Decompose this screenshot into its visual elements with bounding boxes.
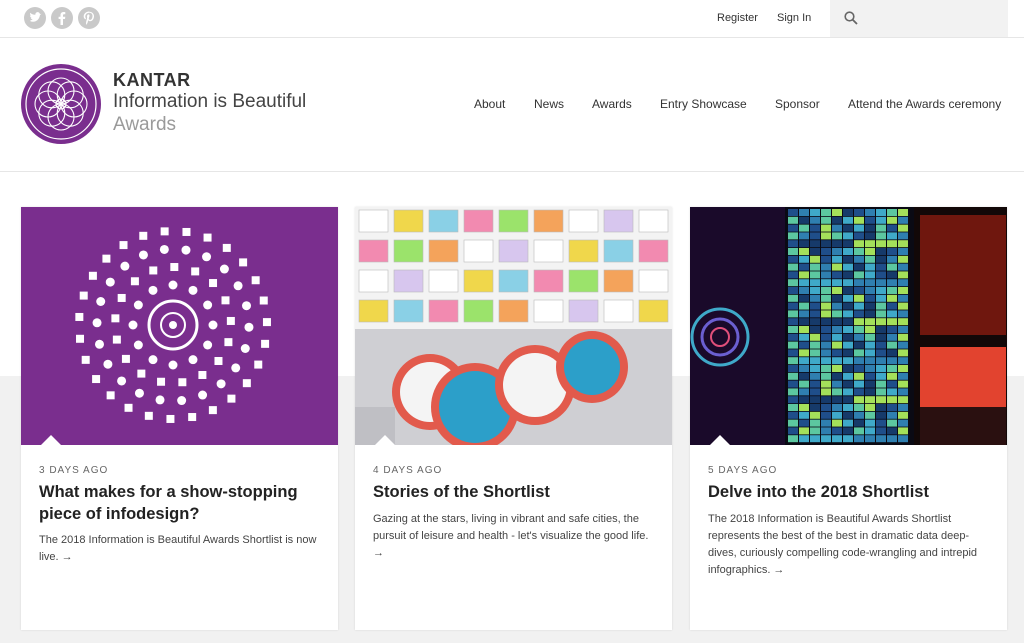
post-date: 5 DAYS AGO <box>708 465 778 476</box>
brand-title: Information is Beautiful <box>113 91 307 112</box>
nav-awards[interactable]: Awards <box>592 97 632 111</box>
kantar-label: KANTAR <box>113 70 191 90</box>
card-notch <box>375 435 395 445</box>
brand-wordmark[interactable]: KANTAR Information is Beautiful Awards <box>113 70 306 136</box>
social-links <box>24 7 100 29</box>
post-card[interactable]: 4 DAYS AGO Stories of the Shortlist Gazi… <box>355 207 672 630</box>
nav-about[interactable]: About <box>474 97 505 111</box>
card-notch <box>710 435 730 445</box>
post-title[interactable]: What makes for a show-stopping piece of … <box>39 481 324 525</box>
register-link[interactable]: Register <box>717 12 758 24</box>
nav-entry-showcase[interactable]: Entry Showcase <box>660 97 747 111</box>
nav-news[interactable]: News <box>534 97 564 111</box>
post-date: 3 DAYS AGO <box>39 465 109 476</box>
post-card[interactable]: 5 DAYS AGO Delve into the 2018 Shortlist… <box>690 207 1007 630</box>
top-bar: Register Sign In <box>0 0 1024 38</box>
post-card[interactable]: 3 DAYS AGO What makes for a show-stoppin… <box>21 207 338 630</box>
search-icon <box>844 11 858 25</box>
nav-attend-ceremony[interactable]: Attend the Awards ceremony <box>848 97 1001 111</box>
card-notch <box>41 435 61 445</box>
brand-subtitle: Awards <box>113 114 177 135</box>
nav-sponsor[interactable]: Sponsor <box>775 97 820 111</box>
post-image[interactable] <box>690 207 1007 445</box>
pinterest-icon[interactable] <box>78 7 100 29</box>
facebook-icon[interactable] <box>51 7 73 29</box>
post-title[interactable]: Delve into the 2018 Shortlist <box>708 481 993 503</box>
post-excerpt: The 2018 Information is Beautiful Awards… <box>708 513 978 576</box>
post-date: 4 DAYS AGO <box>373 465 443 476</box>
search-box[interactable] <box>830 0 1008 37</box>
post-excerpt: The 2018 Information is Beautiful Awards… <box>39 534 317 563</box>
post-title[interactable]: Stories of the Shortlist <box>373 481 658 503</box>
site-header: KANTAR Information is Beautiful Awards A… <box>0 38 1024 172</box>
rosette-logo-icon[interactable] <box>21 64 101 144</box>
post-image[interactable] <box>355 207 672 445</box>
post-image[interactable] <box>21 207 338 445</box>
twitter-icon[interactable] <box>24 7 46 29</box>
post-excerpt: Gazing at the stars, living in vibrant a… <box>373 513 649 559</box>
signin-link[interactable]: Sign In <box>777 12 811 24</box>
